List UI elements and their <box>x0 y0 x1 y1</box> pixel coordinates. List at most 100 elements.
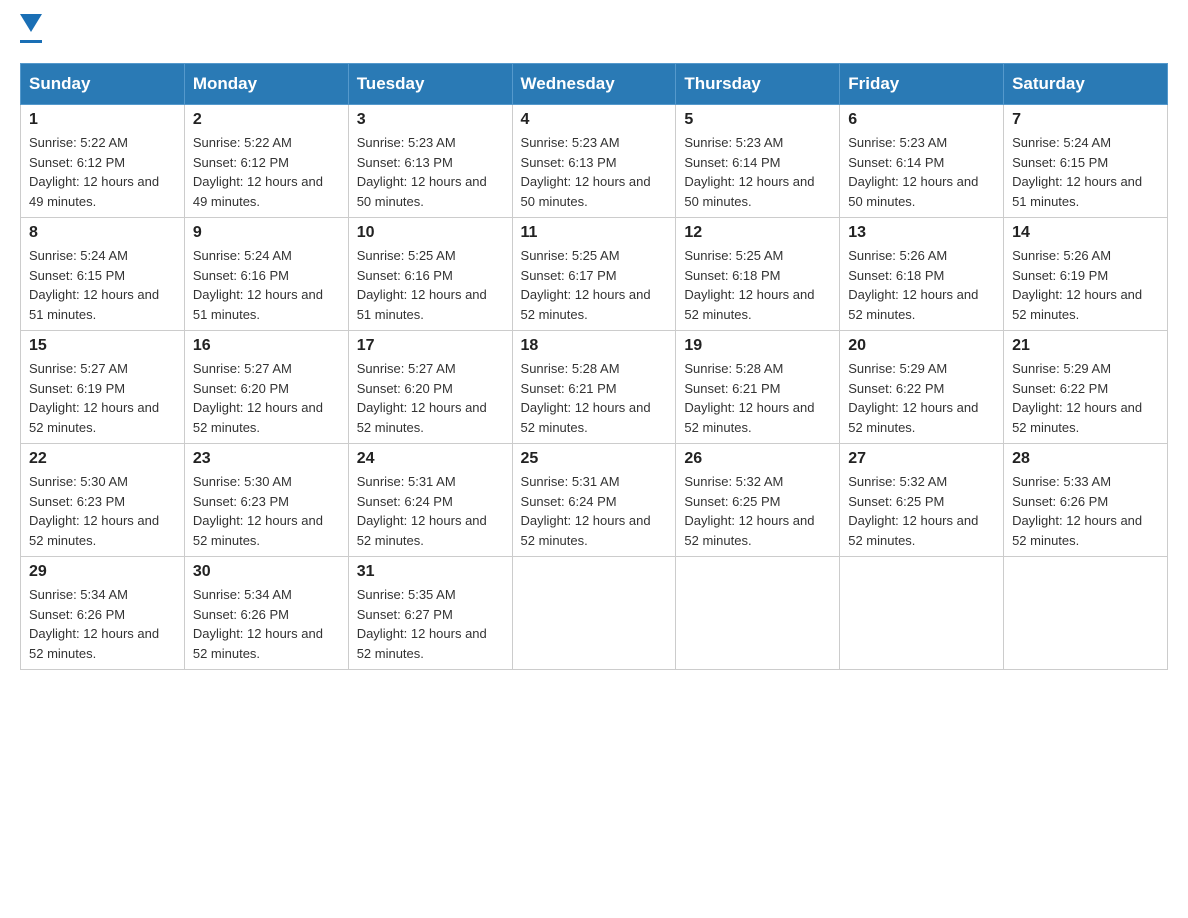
day-number: 3 <box>357 111 504 129</box>
day-info: Sunrise: 5:25 AM Sunset: 6:17 PM Dayligh… <box>521 246 668 324</box>
day-number: 1 <box>29 111 176 129</box>
day-cell-19: 19 Sunrise: 5:28 AM Sunset: 6:21 PM Dayl… <box>676 331 840 444</box>
day-cell-15: 15 Sunrise: 5:27 AM Sunset: 6:19 PM Dayl… <box>21 331 185 444</box>
weekday-header-thursday: Thursday <box>676 64 840 105</box>
day-info: Sunrise: 5:23 AM Sunset: 6:14 PM Dayligh… <box>684 133 831 211</box>
day-number: 28 <box>1012 450 1159 468</box>
day-info: Sunrise: 5:26 AM Sunset: 6:19 PM Dayligh… <box>1012 246 1159 324</box>
day-info: Sunrise: 5:32 AM Sunset: 6:25 PM Dayligh… <box>684 472 831 550</box>
day-number: 26 <box>684 450 831 468</box>
day-number: 2 <box>193 111 340 129</box>
day-number: 8 <box>29 224 176 242</box>
calendar: SundayMondayTuesdayWednesdayThursdayFrid… <box>20 63 1168 670</box>
day-number: 16 <box>193 337 340 355</box>
day-number: 19 <box>684 337 831 355</box>
day-cell-7: 7 Sunrise: 5:24 AM Sunset: 6:15 PM Dayli… <box>1004 105 1168 218</box>
day-number: 27 <box>848 450 995 468</box>
day-info: Sunrise: 5:29 AM Sunset: 6:22 PM Dayligh… <box>848 359 995 437</box>
day-info: Sunrise: 5:34 AM Sunset: 6:26 PM Dayligh… <box>193 585 340 663</box>
day-cell-22: 22 Sunrise: 5:30 AM Sunset: 6:23 PM Dayl… <box>21 444 185 557</box>
day-info: Sunrise: 5:28 AM Sunset: 6:21 PM Dayligh… <box>521 359 668 437</box>
day-cell-25: 25 Sunrise: 5:31 AM Sunset: 6:24 PM Dayl… <box>512 444 676 557</box>
day-cell-10: 10 Sunrise: 5:25 AM Sunset: 6:16 PM Dayl… <box>348 218 512 331</box>
weekday-header-monday: Monday <box>184 64 348 105</box>
day-cell-26: 26 Sunrise: 5:32 AM Sunset: 6:25 PM Dayl… <box>676 444 840 557</box>
day-cell-31: 31 Sunrise: 5:35 AM Sunset: 6:27 PM Dayl… <box>348 557 512 670</box>
day-cell-14: 14 Sunrise: 5:26 AM Sunset: 6:19 PM Dayl… <box>1004 218 1168 331</box>
day-number: 25 <box>521 450 668 468</box>
day-info: Sunrise: 5:25 AM Sunset: 6:18 PM Dayligh… <box>684 246 831 324</box>
day-cell-16: 16 Sunrise: 5:27 AM Sunset: 6:20 PM Dayl… <box>184 331 348 444</box>
day-info: Sunrise: 5:33 AM Sunset: 6:26 PM Dayligh… <box>1012 472 1159 550</box>
day-number: 4 <box>521 111 668 129</box>
week-row-2: 8 Sunrise: 5:24 AM Sunset: 6:15 PM Dayli… <box>21 218 1168 331</box>
day-info: Sunrise: 5:22 AM Sunset: 6:12 PM Dayligh… <box>29 133 176 211</box>
day-info: Sunrise: 5:28 AM Sunset: 6:21 PM Dayligh… <box>684 359 831 437</box>
day-info: Sunrise: 5:30 AM Sunset: 6:23 PM Dayligh… <box>29 472 176 550</box>
day-cell-20: 20 Sunrise: 5:29 AM Sunset: 6:22 PM Dayl… <box>840 331 1004 444</box>
day-cell-1: 1 Sunrise: 5:22 AM Sunset: 6:12 PM Dayli… <box>21 105 185 218</box>
day-cell-21: 21 Sunrise: 5:29 AM Sunset: 6:22 PM Dayl… <box>1004 331 1168 444</box>
empty-cell <box>1004 557 1168 670</box>
day-cell-11: 11 Sunrise: 5:25 AM Sunset: 6:17 PM Dayl… <box>512 218 676 331</box>
day-cell-29: 29 Sunrise: 5:34 AM Sunset: 6:26 PM Dayl… <box>21 557 185 670</box>
day-info: Sunrise: 5:23 AM Sunset: 6:13 PM Dayligh… <box>521 133 668 211</box>
day-number: 7 <box>1012 111 1159 129</box>
day-number: 20 <box>848 337 995 355</box>
empty-cell <box>512 557 676 670</box>
day-info: Sunrise: 5:27 AM Sunset: 6:20 PM Dayligh… <box>357 359 504 437</box>
day-cell-28: 28 Sunrise: 5:33 AM Sunset: 6:26 PM Dayl… <box>1004 444 1168 557</box>
day-cell-8: 8 Sunrise: 5:24 AM Sunset: 6:15 PM Dayli… <box>21 218 185 331</box>
day-cell-6: 6 Sunrise: 5:23 AM Sunset: 6:14 PM Dayli… <box>840 105 1004 218</box>
weekday-header-tuesday: Tuesday <box>348 64 512 105</box>
day-cell-5: 5 Sunrise: 5:23 AM Sunset: 6:14 PM Dayli… <box>676 105 840 218</box>
week-row-4: 22 Sunrise: 5:30 AM Sunset: 6:23 PM Dayl… <box>21 444 1168 557</box>
day-cell-18: 18 Sunrise: 5:28 AM Sunset: 6:21 PM Dayl… <box>512 331 676 444</box>
day-cell-23: 23 Sunrise: 5:30 AM Sunset: 6:23 PM Dayl… <box>184 444 348 557</box>
day-info: Sunrise: 5:23 AM Sunset: 6:14 PM Dayligh… <box>848 133 995 211</box>
day-info: Sunrise: 5:35 AM Sunset: 6:27 PM Dayligh… <box>357 585 504 663</box>
empty-cell <box>676 557 840 670</box>
page-header <box>20 20 1168 43</box>
day-number: 6 <box>848 111 995 129</box>
day-cell-2: 2 Sunrise: 5:22 AM Sunset: 6:12 PM Dayli… <box>184 105 348 218</box>
weekday-header-friday: Friday <box>840 64 1004 105</box>
day-number: 24 <box>357 450 504 468</box>
day-number: 15 <box>29 337 176 355</box>
day-number: 30 <box>193 563 340 581</box>
day-number: 22 <box>29 450 176 468</box>
day-info: Sunrise: 5:25 AM Sunset: 6:16 PM Dayligh… <box>357 246 504 324</box>
day-info: Sunrise: 5:22 AM Sunset: 6:12 PM Dayligh… <box>193 133 340 211</box>
day-info: Sunrise: 5:24 AM Sunset: 6:15 PM Dayligh… <box>29 246 176 324</box>
day-cell-12: 12 Sunrise: 5:25 AM Sunset: 6:18 PM Dayl… <box>676 218 840 331</box>
day-number: 10 <box>357 224 504 242</box>
day-number: 12 <box>684 224 831 242</box>
weekday-header-row: SundayMondayTuesdayWednesdayThursdayFrid… <box>21 64 1168 105</box>
day-number: 13 <box>848 224 995 242</box>
empty-cell <box>840 557 1004 670</box>
day-cell-9: 9 Sunrise: 5:24 AM Sunset: 6:16 PM Dayli… <box>184 218 348 331</box>
day-number: 29 <box>29 563 176 581</box>
day-cell-27: 27 Sunrise: 5:32 AM Sunset: 6:25 PM Dayl… <box>840 444 1004 557</box>
day-info: Sunrise: 5:30 AM Sunset: 6:23 PM Dayligh… <box>193 472 340 550</box>
logo <box>20 20 42 43</box>
day-info: Sunrise: 5:27 AM Sunset: 6:20 PM Dayligh… <box>193 359 340 437</box>
day-cell-24: 24 Sunrise: 5:31 AM Sunset: 6:24 PM Dayl… <box>348 444 512 557</box>
day-number: 18 <box>521 337 668 355</box>
day-info: Sunrise: 5:24 AM Sunset: 6:15 PM Dayligh… <box>1012 133 1159 211</box>
day-info: Sunrise: 5:31 AM Sunset: 6:24 PM Dayligh… <box>357 472 504 550</box>
day-number: 5 <box>684 111 831 129</box>
week-row-3: 15 Sunrise: 5:27 AM Sunset: 6:19 PM Dayl… <box>21 331 1168 444</box>
weekday-header-wednesday: Wednesday <box>512 64 676 105</box>
day-info: Sunrise: 5:27 AM Sunset: 6:19 PM Dayligh… <box>29 359 176 437</box>
day-number: 14 <box>1012 224 1159 242</box>
week-row-1: 1 Sunrise: 5:22 AM Sunset: 6:12 PM Dayli… <box>21 105 1168 218</box>
weekday-header-sunday: Sunday <box>21 64 185 105</box>
day-number: 17 <box>357 337 504 355</box>
day-cell-4: 4 Sunrise: 5:23 AM Sunset: 6:13 PM Dayli… <box>512 105 676 218</box>
logo-arrow-icon <box>20 14 42 36</box>
week-row-5: 29 Sunrise: 5:34 AM Sunset: 6:26 PM Dayl… <box>21 557 1168 670</box>
day-info: Sunrise: 5:31 AM Sunset: 6:24 PM Dayligh… <box>521 472 668 550</box>
weekday-header-saturday: Saturday <box>1004 64 1168 105</box>
day-number: 31 <box>357 563 504 581</box>
